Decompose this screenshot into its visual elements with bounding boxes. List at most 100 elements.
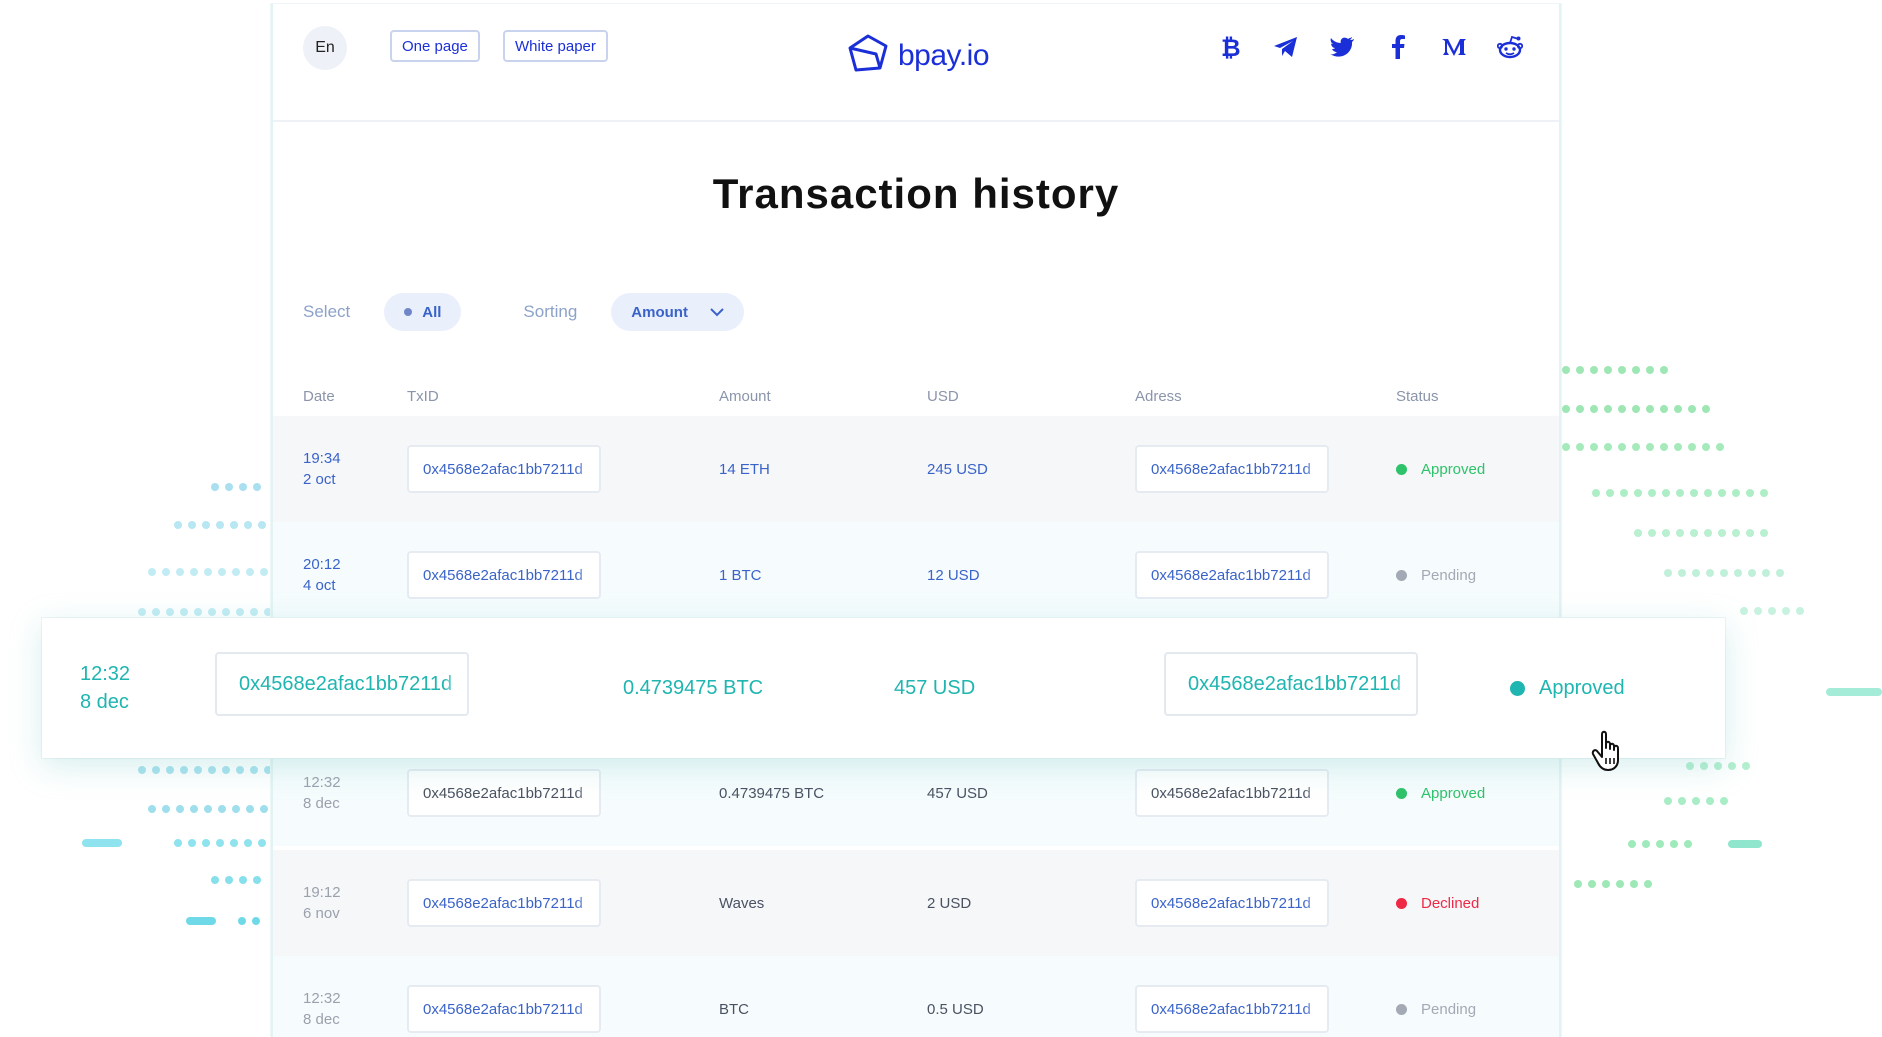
decorative-dots bbox=[1574, 880, 1652, 888]
status-dot-icon bbox=[1396, 787, 1407, 799]
bitcoin-icon[interactable]: ₿ bbox=[1217, 34, 1243, 60]
row-date: 12:32 8 dec bbox=[80, 618, 130, 758]
row-time: 12:32 bbox=[303, 774, 341, 791]
status-dot-icon bbox=[1510, 680, 1525, 696]
decorative-dots bbox=[1628, 840, 1762, 848]
address-value: 0x4568e2afac1bb7211d bbox=[1151, 566, 1311, 584]
decorative-dots bbox=[138, 766, 272, 774]
row-day: 6 nov bbox=[303, 905, 340, 922]
row-time: 12:32 bbox=[303, 990, 341, 1007]
row-usd: 2 USD bbox=[927, 894, 972, 912]
address-field[interactable]: 0x4568e2afac1bb7211d bbox=[1135, 445, 1329, 493]
txid-field[interactable]: 0x4568e2afac1bb7211d bbox=[407, 769, 601, 817]
txid-value: 0x4568e2afac1bb7211d bbox=[423, 784, 583, 802]
select-label: Select bbox=[303, 302, 351, 321]
decorative-dots bbox=[1562, 405, 1710, 413]
row-date: 20:12 4 oct bbox=[303, 522, 341, 628]
status-text: Approved bbox=[1421, 784, 1486, 802]
transaction-card: En One page White paper bpay.io ₿ Transa… bbox=[271, 4, 1561, 1037]
logo-text: bpay.io bbox=[898, 38, 990, 72]
header-status: Status bbox=[1396, 388, 1439, 405]
row-day: 4 oct bbox=[303, 577, 336, 594]
status-badge: Pending bbox=[1396, 522, 1476, 628]
txid-field[interactable]: 0x4568e2afac1bb7211d bbox=[407, 551, 601, 599]
decorative-dots bbox=[148, 805, 268, 813]
txid-value: 0x4568e2afac1bb7211d bbox=[239, 672, 453, 695]
row-date: 12:32 8 dec bbox=[303, 956, 341, 1037]
row-usd: 0.5 USD bbox=[927, 1000, 984, 1018]
status-dot-icon bbox=[1396, 897, 1407, 909]
status-text: Approved bbox=[1421, 460, 1486, 478]
address-field[interactable]: 0x4568e2afac1bb7211d bbox=[1135, 985, 1329, 1033]
logo[interactable]: bpay.io bbox=[846, 32, 990, 79]
address-field[interactable]: 0x4568e2afac1bb7211d bbox=[1135, 551, 1329, 599]
status-dot-icon bbox=[1396, 1003, 1407, 1015]
address-field[interactable]: 0x4568e2afac1bb7211d bbox=[1164, 652, 1418, 716]
sorting-value: Amount bbox=[631, 303, 688, 321]
header-amount: Amount bbox=[719, 388, 771, 405]
address-field[interactable]: 0x4568e2afac1bb7211d bbox=[1135, 879, 1329, 927]
row-usd: 245 USD bbox=[927, 460, 988, 478]
highlighted-row[interactable]: 12:32 8 dec 0x4568e2afac1bb7211d 0.47394… bbox=[42, 618, 1725, 758]
txid-field[interactable]: 0x4568e2afac1bb7211d bbox=[407, 445, 601, 493]
decorative-dots bbox=[1562, 443, 1724, 451]
table-header: Date TxID Amount USD Adress Status bbox=[273, 388, 1559, 412]
telegram-icon[interactable] bbox=[1273, 34, 1299, 60]
row-usd: 12 USD bbox=[927, 566, 980, 584]
address-value: 0x4568e2afac1bb7211d bbox=[1151, 784, 1311, 802]
address-field[interactable]: 0x4568e2afac1bb7211d bbox=[1135, 769, 1329, 817]
row-day: 2 oct bbox=[303, 471, 336, 488]
txid-value: 0x4568e2afac1bb7211d bbox=[423, 566, 583, 584]
white-paper-button[interactable]: White paper bbox=[503, 30, 608, 62]
txid-field[interactable]: 0x4568e2afac1bb7211d bbox=[407, 879, 601, 927]
medium-icon[interactable] bbox=[1441, 34, 1467, 60]
decorative-dots bbox=[148, 568, 268, 576]
top-bar: En One page White paper bpay.io ₿ bbox=[273, 4, 1559, 122]
header-date: Date bbox=[303, 388, 335, 405]
decorative-dots bbox=[1634, 529, 1768, 537]
txid-field[interactable]: 0x4568e2afac1bb7211d bbox=[407, 985, 601, 1033]
decorative-dots bbox=[1592, 489, 1768, 497]
status-badge: Pending bbox=[1396, 956, 1476, 1037]
social-links: ₿ bbox=[1217, 34, 1523, 60]
decorative-dots bbox=[138, 608, 272, 616]
table-row[interactable]: 19:12 6 nov 0x4568e2afac1bb7211d Waves 2… bbox=[273, 850, 1559, 956]
row-usd: 457 USD bbox=[894, 676, 976, 699]
decorative-dots bbox=[1740, 607, 1804, 615]
decorative-dots bbox=[1826, 688, 1882, 696]
decorative-dots bbox=[211, 876, 261, 884]
sorting-dropdown[interactable]: Amount bbox=[611, 293, 744, 331]
row-time: 19:12 bbox=[303, 884, 341, 901]
decorative-dots bbox=[1664, 569, 1784, 577]
status-badge: Declined bbox=[1396, 850, 1479, 956]
hand-cursor-icon bbox=[1590, 728, 1630, 781]
decorative-dots bbox=[1664, 797, 1728, 805]
twitter-icon[interactable] bbox=[1329, 34, 1355, 60]
status-text: Pending bbox=[1421, 1000, 1477, 1018]
select-all-pill[interactable]: All bbox=[384, 293, 462, 331]
one-page-button[interactable]: One page bbox=[390, 30, 480, 62]
decorative-dots bbox=[211, 483, 261, 491]
row-time: 12:32 bbox=[80, 663, 131, 685]
address-value: 0x4568e2afac1bb7211d bbox=[1151, 1000, 1311, 1018]
facebook-icon[interactable] bbox=[1385, 34, 1411, 60]
status-dot-icon bbox=[1396, 463, 1407, 475]
txid-value: 0x4568e2afac1bb7211d bbox=[423, 894, 583, 912]
bpay-logo-icon bbox=[846, 32, 890, 79]
txid-field[interactable]: 0x4568e2afac1bb7211d bbox=[215, 652, 469, 716]
sorting-label: Sorting bbox=[523, 302, 578, 321]
reddit-icon[interactable] bbox=[1497, 34, 1523, 60]
address-value: 0x4568e2afac1bb7211d bbox=[1188, 672, 1402, 695]
filter-bar: Select All Sorting Amount bbox=[303, 292, 744, 332]
decorative-dots bbox=[1562, 366, 1668, 374]
address-value: 0x4568e2afac1bb7211d bbox=[1151, 894, 1311, 912]
table-row[interactable]: 12:32 8 dec 0x4568e2afac1bb7211d BTC 0.5… bbox=[273, 956, 1559, 1037]
table-row[interactable]: 19:34 2 oct 0x4568e2afac1bb7211d 14 ETH … bbox=[273, 416, 1559, 522]
page-title: Transaction history bbox=[712, 170, 1120, 217]
decorative-dots bbox=[186, 917, 260, 925]
language-switcher[interactable]: En bbox=[303, 26, 347, 70]
table-row[interactable]: 20:12 4 oct 0x4568e2afac1bb7211d 1 BTC 1… bbox=[273, 522, 1559, 628]
row-day: 8 dec bbox=[303, 1011, 340, 1028]
row-amount: BTC bbox=[719, 1000, 749, 1018]
status-text: Approved bbox=[1539, 676, 1625, 699]
